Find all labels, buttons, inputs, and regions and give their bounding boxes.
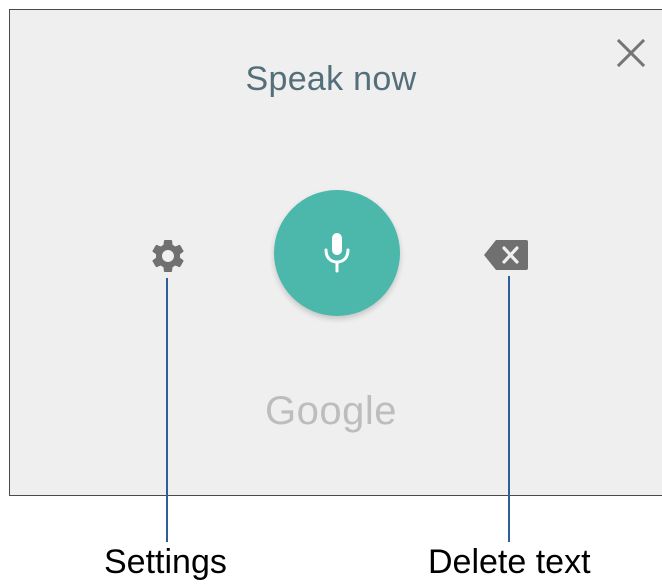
gear-icon (152, 239, 184, 272)
delete-text-button[interactable] (482, 238, 530, 272)
settings-callout-line (166, 278, 168, 542)
backspace-icon (484, 240, 528, 270)
dialog-title: Speak now (245, 60, 417, 98)
settings-button[interactable] (148, 236, 188, 276)
delete-callout-label: Delete text (428, 543, 591, 581)
settings-callout-label: Settings (104, 543, 227, 581)
microphone-button[interactable] (274, 190, 400, 316)
delete-callout-line (508, 276, 510, 542)
google-brand-label: Google (265, 389, 397, 433)
voice-input-figure: Speak now Google Settings Delete text (0, 0, 662, 584)
microphone-icon (324, 233, 350, 273)
